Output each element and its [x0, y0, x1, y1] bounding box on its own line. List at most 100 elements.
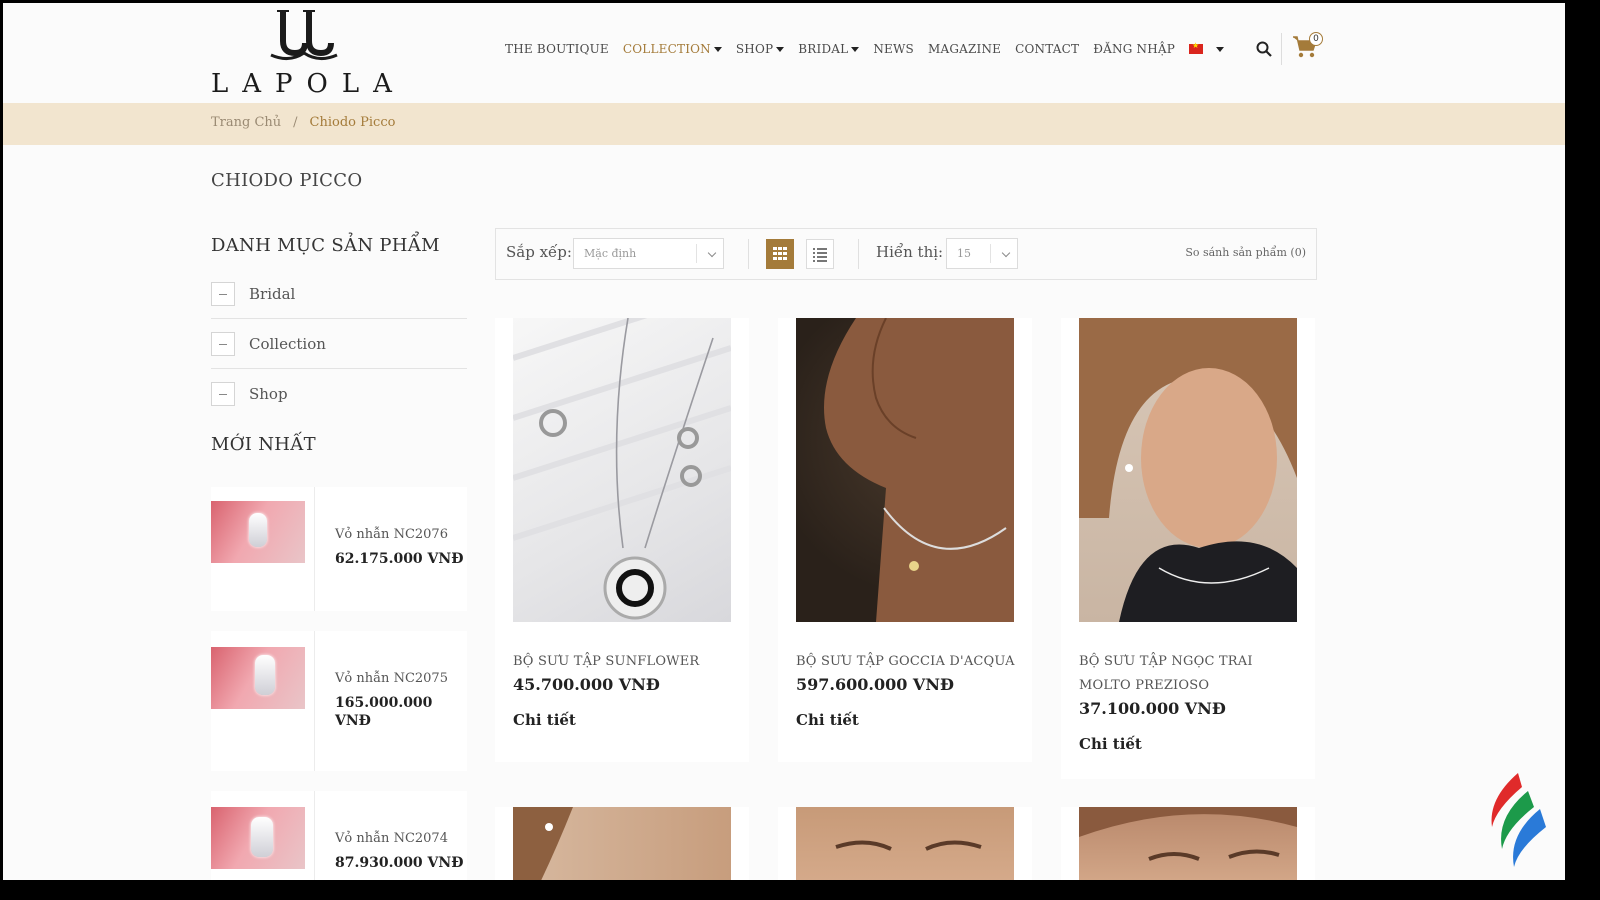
nav-contact[interactable]: CONTACT [1015, 42, 1079, 56]
lapola-monogram-icon [270, 10, 338, 60]
nav-the-boutique[interactable]: THE BOUTIQUE [505, 42, 609, 56]
nav-label: NEWS [873, 42, 914, 56]
compare-products-link[interactable]: So sánh sản phẩm (0) [1185, 246, 1306, 259]
product-name[interactable]: BỘ SƯU TẬP NGỌC TRAI MOLTO PREZIOSO [1079, 650, 1307, 698]
per-page-select[interactable]: 15 [946, 238, 1018, 269]
nav-label: MAGAZINE [927, 42, 1002, 56]
necklace-photo [513, 318, 731, 620]
product-card[interactable]: BỘ SƯU TẬP SUNFLOWER 45.700.000 VNĐ Chi … [495, 318, 749, 762]
nav-label: COLLECTION [622, 42, 711, 56]
breadcrumb-home[interactable]: Trang Chủ [211, 115, 281, 130]
category-collection[interactable]: Collection [211, 319, 467, 369]
nav-shop[interactable]: SHOP [735, 42, 785, 56]
product-detail-link[interactable]: Chi tiết [1079, 735, 1142, 753]
header-divider [1281, 33, 1282, 65]
caret-down-icon [1216, 46, 1225, 52]
product-name[interactable]: BỘ SƯU TẬP SUNFLOWER [513, 650, 741, 674]
product-detail-link[interactable]: Chi tiết [796, 711, 859, 729]
caret-down-icon [851, 46, 860, 52]
category-shop[interactable]: Shop [211, 369, 467, 419]
breadcrumb-bar: Trang Chủ / Chiodo Picco [3, 103, 1565, 145]
product-card[interactable]: BỘ SƯU TẬP NGỌC TRAI MOLTO PREZIOSO 37.1… [1061, 318, 1315, 779]
collapse-toggle-icon[interactable] [211, 331, 235, 356]
chevron-down-icon [707, 248, 717, 258]
product-image[interactable] [1079, 318, 1297, 622]
toolbar-divider [858, 239, 859, 269]
latest-product-item[interactable]: Vỏ nhẫn NC2076 62.175.000 VNĐ [211, 487, 467, 611]
product-image[interactable] [513, 807, 731, 880]
nav-magazine[interactable]: MAGAZINE [928, 42, 1001, 56]
grid-view-icon [773, 247, 787, 260]
latest-product-image[interactable] [211, 791, 315, 880]
cart-count-badge: 0 [1309, 32, 1323, 46]
latest-product-name[interactable]: Vỏ nhẫn NC2076 [335, 527, 463, 542]
nav-collection[interactable]: COLLECTION [623, 42, 722, 56]
product-toolbar: Sắp xếp: Mặc định Hiển thị: 15 So sánh s… [495, 228, 1317, 280]
product-card[interactable] [495, 807, 749, 880]
caret-down-icon [776, 46, 785, 52]
latest-product-name[interactable]: Vỏ nhẫn NC2074 [335, 831, 463, 846]
language-switcher[interactable] [1189, 41, 1225, 54]
latest-product-price: 87.930.000 VNĐ [335, 855, 464, 871]
breadcrumb-separator: / [293, 115, 298, 130]
product-image[interactable] [796, 807, 1014, 880]
search-icon[interactable] [1256, 41, 1272, 57]
product-price: 37.100.000 VNĐ [1079, 699, 1226, 718]
list-view-button[interactable] [806, 239, 834, 269]
product-image[interactable] [513, 318, 731, 622]
ring-thumbnail [211, 647, 305, 709]
product-card[interactable]: BỘ SƯU TẬP GOCCIA D'ACQUA 597.600.000 VN… [778, 318, 1032, 762]
collapse-toggle-icon[interactable] [211, 281, 235, 306]
product-price: 45.700.000 VNĐ [513, 675, 660, 694]
browser-page: LAPOLA THE BOUTIQUE COLLECTION SHOP BRID… [3, 3, 1565, 880]
toolbar-divider [748, 239, 749, 269]
model-photo [1079, 807, 1297, 861]
lapola-logo[interactable]: LAPOLA [211, 7, 401, 99]
ring-thumbnail [211, 807, 305, 869]
sort-value: Mặc định [584, 247, 637, 260]
nav-label: SHOP [735, 42, 774, 56]
chevron-down-icon [1001, 248, 1011, 258]
latest-product-item[interactable]: Vỏ nhẫn NC2074 87.930.000 VNĐ [211, 791, 467, 880]
grid-view-button[interactable] [766, 239, 794, 269]
latest-product-name[interactable]: Vỏ nhẫn NC2075 [335, 671, 455, 686]
sort-select[interactable]: Mặc định [573, 238, 724, 269]
latest-product-item[interactable]: Vỏ nhẫn NC2075 165.000.000 VNĐ [211, 631, 467, 771]
product-price: 597.600.000 VNĐ [796, 675, 954, 694]
product-detail-link[interactable]: Chi tiết [513, 711, 576, 729]
product-card[interactable] [778, 807, 1032, 880]
show-label: Hiển thị: [876, 243, 944, 261]
product-image[interactable] [796, 318, 1014, 622]
product-name[interactable]: BỘ SƯU TẬP GOCCIA D'ACQUA [796, 650, 1024, 674]
latest-product-image[interactable] [211, 487, 315, 611]
latest-product-image[interactable] [211, 631, 315, 771]
latest-product-price: 165.000.000 VNĐ [335, 695, 433, 729]
latest-heading: MỚI NHẤT [211, 434, 316, 455]
nav-bridal[interactable]: BRIDAL [798, 42, 860, 56]
product-image[interactable] [1079, 807, 1297, 880]
latest-product-price: 62.175.000 VNĐ [335, 551, 464, 567]
nav-login[interactable]: ĐĂNG NHẬP [1093, 42, 1175, 56]
brand-wordmark: LAPOLA [211, 69, 406, 99]
category-label: Shop [249, 385, 288, 403]
model-photo [513, 807, 573, 880]
page-title: CHIODO PICCO [211, 170, 363, 191]
sort-label: Sắp xếp: [506, 243, 572, 261]
vietnam-flag-icon [1189, 41, 1204, 54]
list-view-icon [813, 248, 827, 262]
caret-down-icon [713, 46, 722, 52]
nav-label: CONTACT [1015, 42, 1080, 56]
category-bridal[interactable]: Bridal [211, 269, 467, 319]
nav-label: THE BOUTIQUE [505, 42, 609, 56]
main-nav: THE BOUTIQUE COLLECTION SHOP BRIDAL NEWS… [505, 39, 1238, 59]
model-photo [824, 318, 1014, 622]
watermark-logo [1491, 773, 1546, 867]
product-card[interactable] [1061, 807, 1315, 880]
site-header: LAPOLA THE BOUTIQUE COLLECTION SHOP BRID… [3, 3, 1565, 103]
per-page-value: 15 [957, 247, 971, 260]
collapse-toggle-icon[interactable] [211, 382, 235, 406]
breadcrumb: Trang Chủ / Chiodo Picco [211, 115, 395, 130]
ring-thumbnail [211, 501, 305, 563]
nav-news[interactable]: NEWS [873, 42, 914, 56]
nav-label: ĐĂNG NHẬP [1093, 42, 1176, 56]
